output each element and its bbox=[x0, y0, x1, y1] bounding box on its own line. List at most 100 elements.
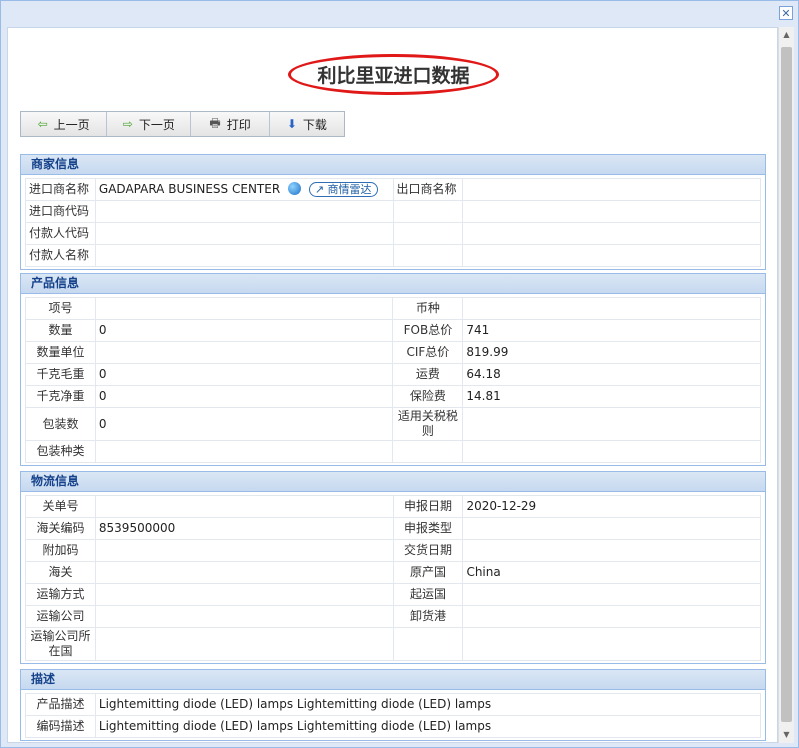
logistics-label: 原产国 bbox=[392, 561, 464, 584]
product-value bbox=[94, 341, 394, 364]
logistics-value bbox=[462, 583, 761, 606]
product-value: 819.99 bbox=[462, 341, 761, 364]
logistics-label: 附加码 bbox=[25, 539, 96, 562]
product-desc-label: 产品描述 bbox=[25, 693, 96, 716]
product-label: 包装数 bbox=[25, 407, 96, 441]
product-label: 项号 bbox=[25, 297, 96, 320]
radar-icon: ↗ bbox=[314, 183, 325, 196]
table-row: 海关 原产国 China bbox=[25, 561, 761, 584]
product-label: 适用关税税则 bbox=[392, 407, 464, 441]
table-row: 千克净重 0 保险费 14.81 bbox=[25, 385, 761, 408]
logistics-value bbox=[94, 605, 394, 628]
logistics-label: 卸货港 bbox=[392, 605, 464, 628]
product-label: 币种 bbox=[392, 297, 464, 320]
logistics-value bbox=[462, 627, 761, 661]
product-label: 保险费 bbox=[392, 385, 464, 408]
table-row: 编码描述 Lightemitting diode (LED) lamps Lig… bbox=[25, 715, 762, 738]
table-row: 关单号 申报日期 2020-12-29 bbox=[25, 495, 761, 518]
content-area: 利比里亚进口数据 ⇦ 上一页 ⇨ 下一页 🖶 打印 ⬇ 下载 商家信息 进口商名… bbox=[7, 27, 778, 743]
payer-name-value bbox=[94, 244, 394, 267]
exporter-name-label: 出口商名称 bbox=[392, 178, 464, 201]
merchant-panel-header: 商家信息 bbox=[21, 155, 765, 175]
payer-code-label: 付款人代码 bbox=[25, 222, 96, 245]
empty-cell bbox=[392, 222, 464, 245]
product-label: FOB总价 bbox=[392, 319, 464, 342]
window-titlebar: ✕ bbox=[1, 1, 798, 27]
table-row: 千克毛重 0 运费 64.18 bbox=[25, 363, 761, 386]
product-desc-value: Lightemitting diode (LED) lamps Lightemi… bbox=[94, 693, 762, 716]
arrow-left-icon: ⇦ bbox=[37, 117, 48, 131]
product-panel-header: 产品信息 bbox=[21, 274, 765, 294]
product-value bbox=[462, 407, 761, 441]
merchant-table: 进口商名称 GADAPARA BUSINESS CENTER ↗ 商情雷达 出口… bbox=[25, 178, 761, 267]
download-button[interactable]: ⬇ 下载 bbox=[270, 112, 344, 136]
product-label: 数量单位 bbox=[25, 341, 96, 364]
exporter-name-value bbox=[462, 178, 761, 201]
page-title: 利比里亚进口数据 bbox=[288, 54, 499, 95]
logistics-panel: 物流信息 关单号 申报日期 2020-12-29 海关编码 8539500000… bbox=[20, 471, 766, 664]
table-row: 付款人代码 bbox=[25, 222, 761, 245]
logistics-value bbox=[462, 517, 761, 540]
product-value: 64.18 bbox=[462, 363, 761, 386]
code-desc-value: Lightemitting diode (LED) lamps Lightemi… bbox=[94, 715, 762, 738]
download-label: 下载 bbox=[302, 117, 327, 132]
radar-label: 商情雷达 bbox=[327, 183, 372, 196]
table-row: 附加码 交货日期 bbox=[25, 539, 761, 562]
logistics-value bbox=[94, 495, 394, 518]
logistics-label: 交货日期 bbox=[392, 539, 464, 562]
product-label: 千克净重 bbox=[25, 385, 96, 408]
next-page-button[interactable]: ⇨ 下一页 bbox=[107, 112, 192, 136]
product-value bbox=[462, 297, 761, 320]
product-panel: 产品信息 项号 币种 数量 0 FOB总价 741 数量单位 CIF总价 819… bbox=[20, 273, 766, 466]
product-value bbox=[94, 440, 394, 463]
product-value bbox=[94, 297, 394, 320]
table-row: 付款人名称 bbox=[25, 244, 761, 267]
radar-button[interactable]: ↗ 商情雷达 bbox=[308, 182, 378, 197]
logistics-label: 运输方式 bbox=[25, 583, 96, 606]
description-table: 产品描述 Lightemitting diode (LED) lamps Lig… bbox=[25, 693, 762, 738]
product-value bbox=[462, 440, 761, 463]
table-row: 包装数 0 适用关税税则 bbox=[25, 407, 761, 441]
next-page-label: 下一页 bbox=[138, 117, 175, 132]
print-button[interactable]: 🖶 打印 bbox=[191, 112, 270, 136]
table-row: 进口商名称 GADAPARA BUSINESS CENTER ↗ 商情雷达 出口… bbox=[25, 178, 761, 201]
importer-code-label: 进口商代码 bbox=[25, 200, 96, 223]
logistics-label: 运输公司 bbox=[25, 605, 96, 628]
product-table: 项号 币种 数量 0 FOB总价 741 数量单位 CIF总价 819.99 千… bbox=[25, 297, 761, 463]
logistics-label: 海关编码 bbox=[25, 517, 96, 540]
close-icon[interactable]: ✕ bbox=[779, 6, 793, 20]
vertical-scrollbar[interactable]: ▲ ▼ bbox=[778, 27, 794, 743]
logistics-panel-header: 物流信息 bbox=[21, 472, 765, 492]
table-row: 产品描述 Lightemitting diode (LED) lamps Lig… bbox=[25, 693, 762, 716]
table-row: 数量 0 FOB总价 741 bbox=[25, 319, 761, 342]
empty-cell bbox=[462, 200, 761, 223]
empty-cell bbox=[462, 222, 761, 245]
arrow-down-icon: ⬇ bbox=[286, 117, 297, 131]
table-row: 运输方式 起运国 bbox=[25, 583, 761, 606]
merchant-panel: 商家信息 进口商名称 GADAPARA BUSINESS CENTER ↗ 商情… bbox=[20, 154, 766, 270]
payer-name-label: 付款人名称 bbox=[25, 244, 96, 267]
table-row: 项号 币种 bbox=[25, 297, 761, 320]
empty-cell bbox=[392, 200, 464, 223]
logistics-label: 海关 bbox=[25, 561, 96, 584]
globe-icon[interactable] bbox=[288, 182, 301, 195]
scroll-down-icon[interactable]: ▼ bbox=[779, 727, 794, 743]
logistics-label bbox=[392, 627, 464, 661]
product-value: 0 bbox=[94, 363, 394, 386]
product-label: 运费 bbox=[392, 363, 464, 386]
table-row: 海关编码 8539500000 申报类型 bbox=[25, 517, 761, 540]
product-label: CIF总价 bbox=[392, 341, 464, 364]
logistics-value bbox=[94, 583, 394, 606]
table-row: 运输公司所在国 bbox=[25, 627, 761, 661]
printer-icon: 🖶 bbox=[209, 115, 221, 130]
logistics-value bbox=[94, 539, 394, 562]
product-label: 包装种类 bbox=[25, 440, 96, 463]
dialog-window: ✕ 利比里亚进口数据 ⇦ 上一页 ⇨ 下一页 🖶 打印 ⬇ 下载 商家信息 进口… bbox=[0, 0, 799, 748]
product-value: 14.81 bbox=[462, 385, 761, 408]
scroll-thumb[interactable] bbox=[781, 47, 792, 722]
description-panel: 描述 产品描述 Lightemitting diode (LED) lamps … bbox=[20, 669, 766, 741]
empty-cell bbox=[392, 244, 464, 267]
product-value: 0 bbox=[94, 407, 394, 441]
prev-page-button[interactable]: ⇦ 上一页 bbox=[21, 112, 108, 136]
scroll-up-icon[interactable]: ▲ bbox=[779, 27, 794, 43]
